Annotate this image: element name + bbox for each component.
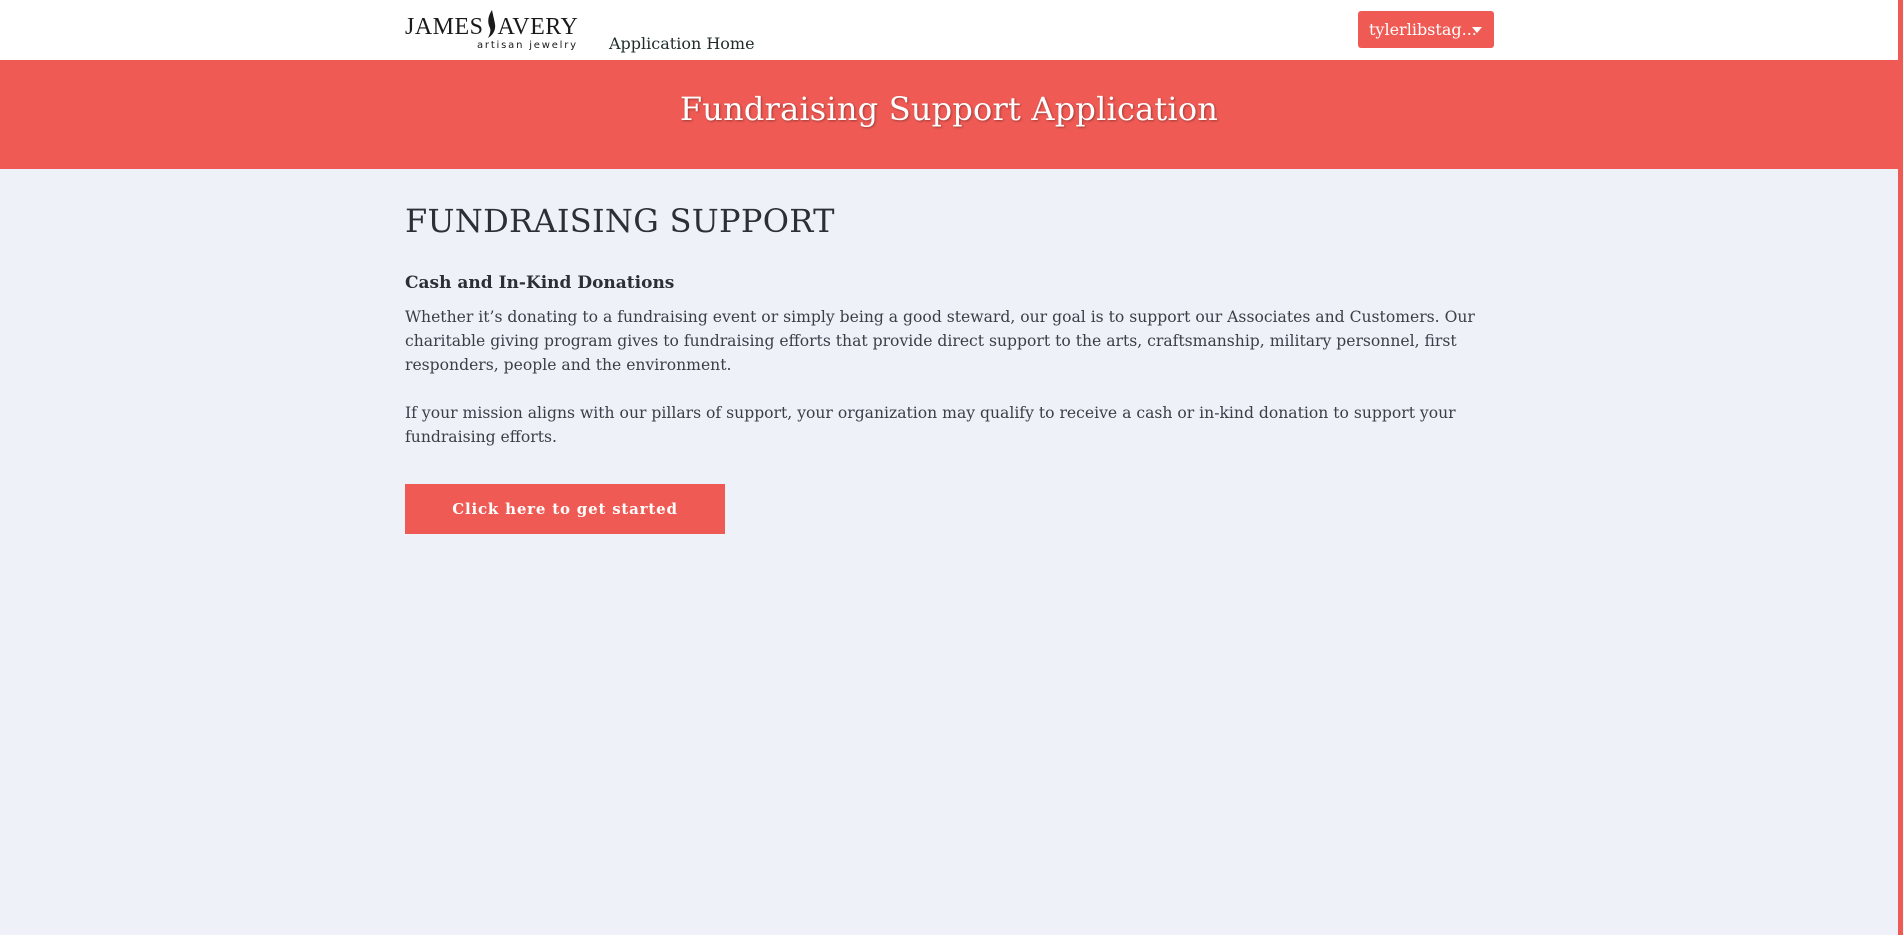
page-title: FUNDRAISING SUPPORT: [405, 202, 835, 240]
section-heading: Cash and In-Kind Donations: [405, 273, 675, 293]
user-menu-button[interactable]: tylerlibstag...: [1358, 11, 1494, 48]
hero-banner: Fundraising Support Application: [0, 60, 1903, 169]
get-started-button[interactable]: Click here to get started: [405, 484, 725, 534]
nav-application-home[interactable]: Application Home: [609, 34, 755, 53]
page-edge-accent: [1898, 0, 1903, 935]
intro-paragraph: Whether it’s donating to a fundraising e…: [405, 308, 1475, 374]
flame-icon: [488, 10, 496, 38]
logo-tagline: artisan jewelry: [477, 40, 578, 51]
top-navbar: JAMES AVERY artisan jewelry Application H…: [0, 0, 1903, 60]
eligibility-paragraph: If your mission aligns with our pillars …: [405, 404, 1456, 446]
user-menu-username: tylerlibstag...: [1369, 20, 1477, 39]
logo-word-avery: AVERY: [497, 14, 579, 40]
banner-title: Fundraising Support Application: [679, 90, 1219, 128]
james-avery-logo[interactable]: JAMES AVERY artisan jewelry: [405, 10, 578, 54]
logo-word-james: JAMES: [405, 14, 484, 40]
caret-down-icon: [1472, 27, 1482, 33]
